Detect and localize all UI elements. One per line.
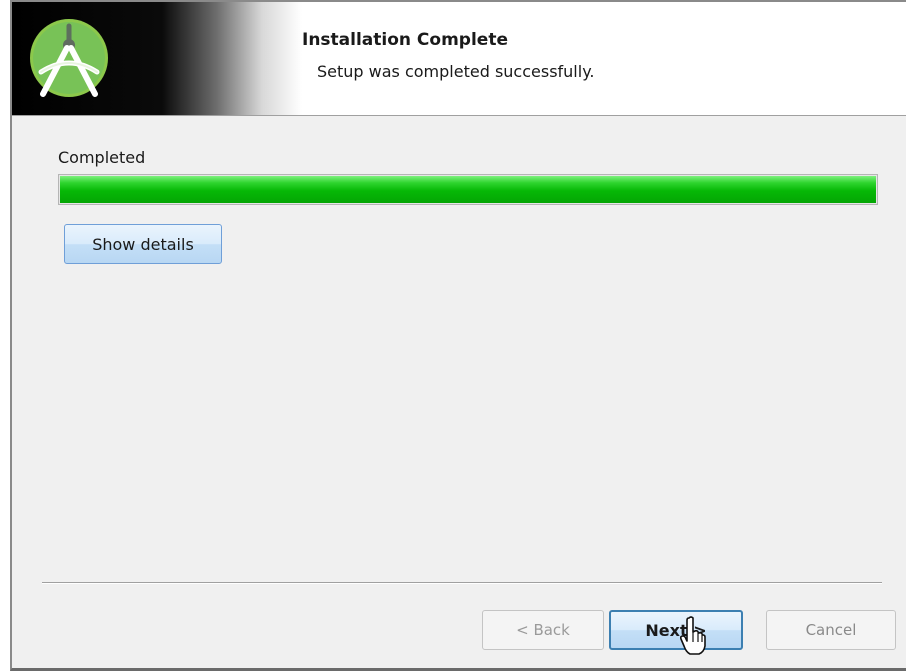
install-progress-bar [58,174,878,205]
header-subtitle: Setup was completed successfully. [317,62,595,81]
footer-separator [42,582,882,584]
installer-window: Installation Complete Setup was complete… [10,0,906,671]
cancel-button[interactable]: Cancel [766,610,896,650]
back-button[interactable]: < Back [482,610,604,650]
progress-fill [60,176,876,203]
next-button[interactable]: Next > [609,610,743,650]
header-title: Installation Complete [302,30,508,50]
progress-status-label: Completed [58,148,146,167]
installer-header: Installation Complete Setup was complete… [12,2,906,116]
android-studio-icon [30,19,108,97]
show-details-button[interactable]: Show details [64,224,222,264]
